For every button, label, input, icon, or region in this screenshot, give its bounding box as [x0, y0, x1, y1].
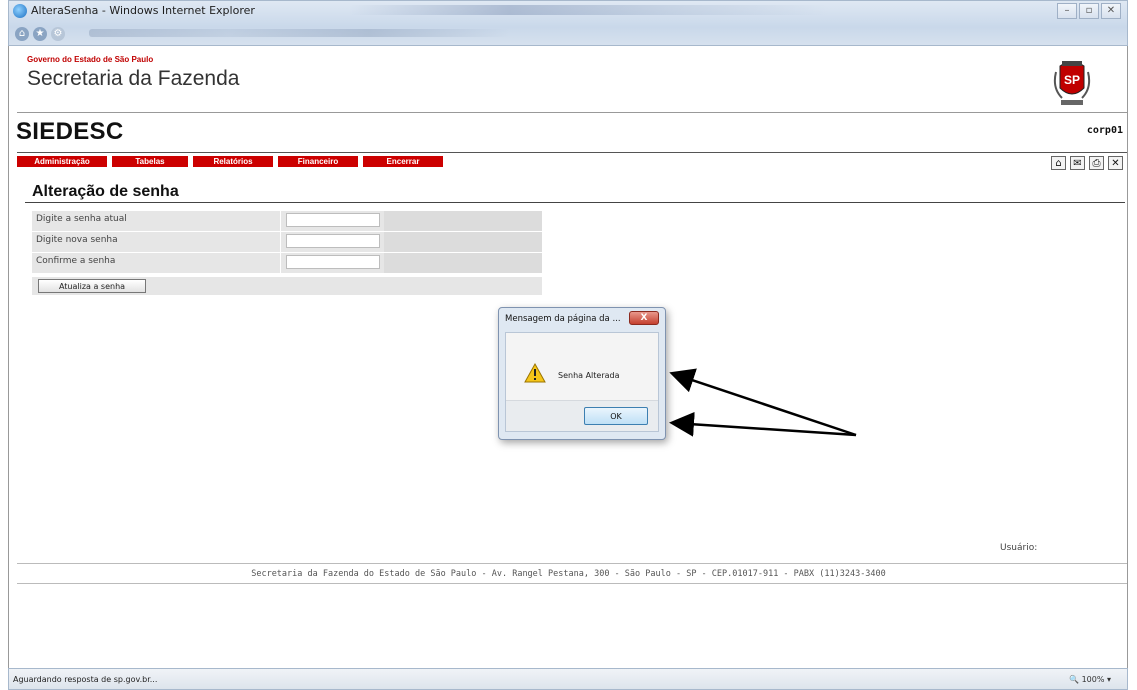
- main-menu: Administração Tabelas Relatórios Finance…: [17, 156, 443, 167]
- home-icon[interactable]: ⌂: [1051, 156, 1066, 170]
- annotation-arrows: [669, 368, 857, 437]
- form-row-confirm: Confirme a senha: [32, 253, 542, 274]
- maximize-button[interactable]: ▫: [1079, 3, 1099, 19]
- zoom-level[interactable]: 🔍 100% ▾: [1069, 675, 1111, 684]
- page-title: Alteração de senha: [32, 183, 179, 200]
- browser-statusbar: Aguardando resposta de sp.gov.br... 🔍 10…: [8, 668, 1128, 690]
- header-divider: [17, 112, 1127, 113]
- status-text: Aguardando resposta de sp.gov.br...: [13, 675, 158, 684]
- footer-divider-top: [17, 563, 1127, 564]
- row-filler: [384, 211, 542, 231]
- dialog-title: Mensagem da página da ...: [505, 314, 621, 324]
- form-row-new: Digite nova senha: [32, 232, 542, 253]
- menu-financeiro[interactable]: Financeiro: [278, 156, 358, 167]
- dialog-body: Senha Alterada OK: [505, 332, 659, 432]
- row-filler: [384, 232, 542, 252]
- dialog-message: Senha Alterada: [558, 371, 620, 380]
- gov-label: Governo do Estado de São Paulo: [27, 55, 154, 64]
- form-row-current: Digite a senha atual: [32, 211, 542, 232]
- zoom-value: 100%: [1081, 675, 1105, 684]
- secretaria-title: Secretaria da Fazenda: [27, 67, 240, 90]
- current-password-input[interactable]: [286, 213, 380, 227]
- blurred-tab-strip: [349, 5, 829, 15]
- row-filler: [384, 253, 542, 273]
- row-separator: [280, 253, 281, 273]
- close-icon[interactable]: ✕: [1108, 156, 1123, 170]
- dialog-close-button[interactable]: X: [629, 311, 659, 325]
- menu-administracao[interactable]: Administração: [17, 156, 107, 167]
- app-title: SIEDESC: [16, 118, 124, 145]
- menu-tabelas[interactable]: Tabelas: [112, 156, 188, 167]
- confirm-password-input[interactable]: [286, 255, 380, 269]
- user-code: corp01: [1086, 125, 1123, 136]
- close-window-button[interactable]: ✕: [1101, 3, 1121, 19]
- mail-icon[interactable]: ✉: [1070, 156, 1085, 170]
- new-password-label: Digite nova senha: [36, 235, 118, 245]
- ie-logo-icon: [13, 4, 27, 18]
- crest-text: SP: [1064, 73, 1080, 87]
- footer-divider-bottom: [17, 583, 1127, 584]
- home-nav-icon[interactable]: ⌂: [15, 27, 29, 41]
- minimize-button[interactable]: –: [1057, 3, 1077, 19]
- browser-nav-row: ⌂ ★ ⚙: [15, 25, 65, 43]
- menu-encerrar[interactable]: Encerrar: [363, 156, 443, 167]
- blurred-favorites-bar: [89, 29, 509, 37]
- new-password-input[interactable]: [286, 234, 380, 248]
- window-title: AlteraSenha - Windows Internet Explorer: [31, 4, 255, 17]
- password-form: Digite a senha atual Digite nova senha C…: [32, 211, 542, 295]
- window-controls: – ▫ ✕: [1057, 3, 1121, 19]
- footer-address: Secretaria da Fazenda do Estado de São P…: [251, 569, 886, 579]
- zoom-icon: 🔍: [1069, 675, 1080, 684]
- warning-icon: [524, 363, 546, 383]
- row-separator: [280, 211, 281, 231]
- dialog-footer: OK: [506, 400, 658, 431]
- tools-gear-icon[interactable]: ⚙: [51, 27, 65, 41]
- sp-crest-icon: SP: [1053, 61, 1091, 105]
- confirm-password-label: Confirme a senha: [36, 256, 116, 266]
- current-password-label: Digite a senha atual: [36, 214, 127, 224]
- user-label: Usuário:: [1000, 543, 1038, 553]
- row-separator: [280, 232, 281, 252]
- update-password-button[interactable]: Atualiza a senha: [38, 279, 146, 293]
- browser-titlebar: AlteraSenha - Windows Internet Explorer …: [8, 0, 1128, 46]
- form-actions: Atualiza a senha: [32, 277, 542, 295]
- alert-dialog: Mensagem da página da ... X Senha Altera…: [498, 307, 666, 440]
- menu-divider: [17, 152, 1127, 153]
- title-divider: [25, 202, 1125, 203]
- print-icon[interactable]: ⎙: [1089, 156, 1104, 170]
- favorites-star-icon[interactable]: ★: [33, 27, 47, 41]
- page-toolbar: ⌂ ✉ ⎙ ✕: [1051, 156, 1123, 170]
- menu-relatorios[interactable]: Relatórios: [193, 156, 273, 167]
- ok-button[interactable]: OK: [584, 407, 648, 425]
